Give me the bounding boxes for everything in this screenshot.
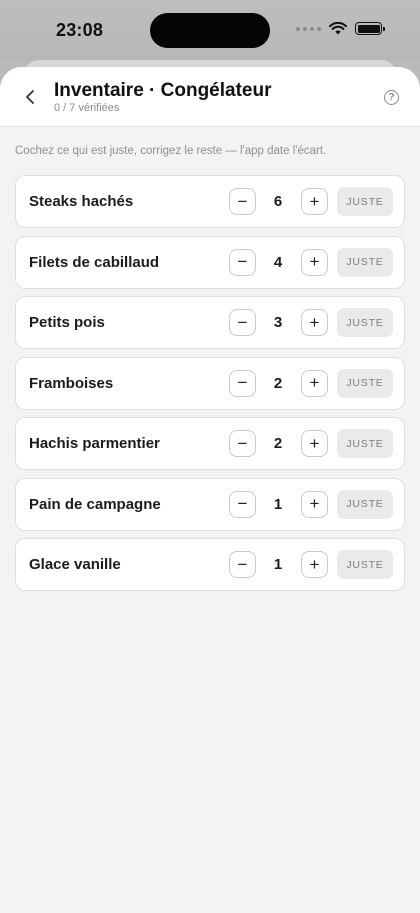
confirm-button[interactable]: JUSTE — [337, 187, 393, 216]
increment-button[interactable]: + — [301, 309, 328, 336]
decrement-button[interactable]: − — [229, 369, 256, 397]
confirm-button[interactable]: JUSTE — [337, 308, 393, 337]
status-icons — [296, 22, 385, 35]
question-circle-icon: ? — [388, 92, 395, 103]
inventory-list: Steaks hachés − 6 + JUSTE Filets de cabi… — [15, 175, 405, 599]
item-label: Steaks hachés — [29, 193, 134, 210]
confirm-button[interactable]: JUSTE — [337, 247, 393, 277]
item-quantity: 2 — [273, 435, 283, 452]
item-label: Pain de campagne — [29, 495, 161, 513]
increment-button[interactable]: + — [301, 188, 328, 215]
dynamic-island — [150, 13, 270, 48]
list-item: Glace vanille − 1 + JUSTE — [15, 538, 405, 591]
cellular-signal-icon — [296, 26, 321, 31]
instructions-text: Cochez ce qui est juste, corrigez le res… — [15, 145, 327, 157]
confirm-button[interactable]: JUSTE — [337, 368, 393, 398]
chevron-left-icon — [26, 90, 34, 104]
increment-button[interactable]: + — [301, 430, 328, 457]
wifi-icon — [329, 22, 347, 35]
decrement-button[interactable]: − — [229, 430, 256, 457]
item-label: Filets de cabillaud — [29, 253, 160, 271]
inventory-sheet: Inventaire · Congélateur 0 / 7 vérifiées… — [0, 67, 420, 913]
confirm-button[interactable]: JUSTE — [337, 489, 393, 519]
confirm-button[interactable]: JUSTE — [337, 550, 393, 579]
list-item: Pain de campagne − 1 + JUSTE — [15, 477, 405, 531]
decrement-button[interactable]: − — [229, 490, 256, 518]
status-time: 23:08 — [56, 20, 104, 40]
confirm-button[interactable]: JUSTE — [337, 429, 393, 458]
increment-button[interactable]: + — [301, 551, 328, 578]
list-item: Filets de cabillaud − 4 + JUSTE — [15, 235, 405, 289]
item-quantity: 2 — [273, 374, 283, 392]
item-quantity: 3 — [273, 314, 283, 331]
increment-button[interactable]: + — [301, 490, 328, 518]
item-quantity: 1 — [273, 495, 283, 513]
list-item: Petits pois − 3 + JUSTE — [15, 296, 405, 349]
list-item: Hachis parmentier − 2 + JUSTE — [15, 417, 405, 470]
verified-count: 0 / 7 vérifiées — [54, 102, 120, 114]
status-bar: 23:08 — [0, 0, 420, 60]
help-button[interactable]: ? — [384, 90, 399, 105]
item-quantity: 6 — [273, 193, 283, 210]
decrement-button[interactable]: − — [229, 188, 256, 215]
battery-icon — [355, 22, 385, 35]
list-item: Framboises − 2 + JUSTE — [15, 356, 405, 410]
item-quantity: 1 — [273, 556, 283, 573]
decrement-button[interactable]: − — [229, 309, 256, 336]
increment-button[interactable]: + — [301, 248, 328, 276]
sheet-header: Inventaire · Congélateur 0 / 7 vérifiées… — [0, 67, 420, 127]
decrement-button[interactable]: − — [229, 551, 256, 578]
item-quantity: 4 — [273, 253, 283, 271]
item-label: Petits pois — [29, 314, 105, 331]
item-label: Hachis parmentier — [29, 435, 160, 452]
list-item: Steaks hachés − 6 + JUSTE — [15, 175, 405, 228]
item-label: Framboises — [29, 374, 114, 392]
decrement-button[interactable]: − — [229, 248, 256, 276]
item-label: Glace vanille — [29, 556, 121, 573]
page-title: Inventaire · Congélateur — [54, 80, 272, 101]
increment-button[interactable]: + — [301, 369, 328, 397]
back-button[interactable] — [18, 85, 42, 109]
